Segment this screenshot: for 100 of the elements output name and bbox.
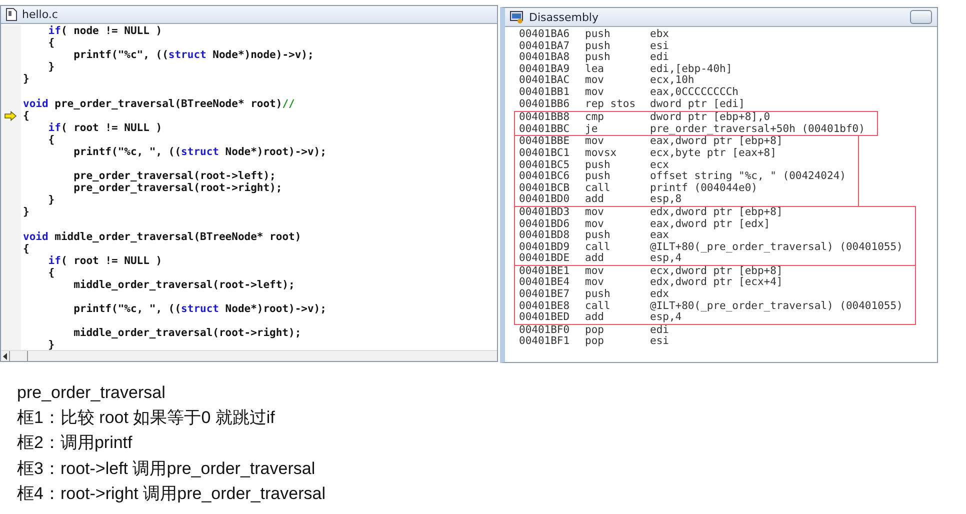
- address: 00401BA7: [519, 40, 571, 52]
- code-line: }: [47, 61, 55, 74]
- address: 00401BB8: [519, 112, 571, 124]
- mnemonic: push: [585, 289, 612, 301]
- mnemonic: push: [585, 40, 612, 52]
- address: 00401BB6: [519, 98, 571, 110]
- operand: edi,[ebp-40h]: [650, 64, 732, 76]
- operand: esp,4: [650, 312, 682, 324]
- address: 00401BC6: [519, 171, 571, 183]
- operand: dword ptr [ebp+8],0: [650, 112, 770, 124]
- mnemonic: push: [585, 52, 612, 64]
- mnemonic: add: [585, 253, 605, 265]
- code-line: void pre_order_traversal(BTreeNode* root)//: [23, 96, 295, 110]
- window-title: hello.c: [22, 8, 58, 21]
- operand: dword ptr [edi]: [650, 98, 745, 110]
- code-line: {: [23, 110, 30, 122]
- address: 00401BA9: [519, 64, 571, 75]
- code-line: printf("%c", ((struct Node*)node)->v);: [72, 49, 314, 62]
- operand: ecx,dword ptr [ebp+8]: [650, 266, 783, 278]
- operand: ebx: [650, 29, 669, 41]
- operand: eax,dword ptr [ebp+8]: [650, 136, 783, 148]
- mnemonic: mov: [585, 218, 605, 230]
- mnemonic: je: [585, 124, 599, 136]
- operand: printf (004044e0): [650, 182, 758, 194]
- address: 00401BA8: [519, 52, 571, 64]
- mnemonic: push: [585, 171, 612, 183]
- address: 00401BE7: [519, 289, 571, 301]
- code-line: }: [47, 339, 55, 350]
- mnemonic: cmp: [585, 112, 605, 124]
- mnemonic: call: [585, 242, 612, 253]
- address: 00401BF1: [519, 336, 571, 348]
- mnemonic: mov: [585, 136, 605, 148]
- code-line: }: [47, 194, 55, 206]
- operand: edi: [650, 52, 669, 64]
- code-line: {: [23, 242, 30, 255]
- address: 00401BD6: [519, 218, 571, 230]
- mnemonic: mov: [585, 277, 605, 289]
- mnemonic: pop: [585, 336, 605, 348]
- mnemonic: mov: [585, 206, 605, 218]
- operand: edx,dword ptr [ecx+4]: [650, 277, 783, 289]
- code-line: pre_order_traversal(root->right);: [72, 182, 282, 194]
- code-line: {: [47, 37, 55, 50]
- note-line: 框3：root->left 调用pre_order_traversal: [17, 458, 316, 480]
- address: 00401BD0: [519, 194, 571, 206]
- address: 00401BC1: [519, 148, 571, 160]
- operand: esp,8: [650, 194, 682, 206]
- operand: eax,dword ptr [edx]: [650, 218, 770, 230]
- note-line: 框1：比较 root 如果等于0 就跳过if: [17, 407, 275, 430]
- mnemonic: push: [585, 160, 612, 171]
- note-line: pre_order_traversal: [17, 382, 166, 404]
- operand: offset string "%c, " (00424024): [650, 171, 846, 183]
- note-line: 框4：root->right 调用pre_order_traversal: [17, 482, 326, 505]
- operand: pre_order_traversal+50h (00401bf0): [650, 124, 865, 136]
- operand: @ILT+80(_pre_order_traversal) (00401055): [650, 300, 903, 312]
- address: 00401BD9: [519, 242, 571, 253]
- mnemonic: movsx: [585, 148, 618, 160]
- operand: ecx: [650, 160, 669, 171]
- address: 00401BE1: [519, 266, 571, 277]
- code-line: middle_order_traversal(root->left);: [72, 278, 295, 292]
- address: 00401BE4: [519, 277, 571, 289]
- mnemonic: mov: [585, 75, 605, 87]
- mnemonic: push: [585, 230, 612, 242]
- address: 00401BED: [519, 312, 571, 324]
- code-line: {: [47, 134, 55, 146]
- code-line: if( node != NULL ): [47, 25, 162, 38]
- operand: edx: [650, 289, 669, 301]
- mnemonic: pop: [585, 324, 605, 336]
- mnemonic: add: [585, 194, 605, 206]
- mnemonic: rep stos: [585, 98, 637, 110]
- mnemonic: call: [585, 300, 612, 312]
- code-line: if( root != NULL ): [47, 122, 162, 134]
- address: 00401BA6: [519, 29, 571, 41]
- file-icon: [6, 8, 17, 21]
- mnemonic: mov: [585, 86, 605, 99]
- operand: eax,0CCCCCCCCh: [650, 86, 739, 99]
- operand: esi: [650, 336, 669, 348]
- code-line: pre_order_traversal(root->left);: [72, 169, 276, 182]
- minimize-button[interactable]: [910, 10, 932, 24]
- code-line: }: [23, 206, 30, 218]
- operand: ecx,byte ptr [eax+8]: [650, 148, 776, 160]
- mnemonic: mov: [585, 266, 605, 278]
- operand: esp,4: [650, 253, 682, 265]
- mnemonic: call: [585, 182, 612, 194]
- address: 00401BF0: [519, 324, 571, 336]
- operand: edi: [650, 324, 669, 336]
- code-line: }: [23, 73, 30, 86]
- left-arrow-icon[interactable]: [2, 352, 8, 360]
- address: 00401BBE: [519, 136, 571, 148]
- address: 00401BE8: [519, 300, 571, 312]
- code-line: printf("%c, ", ((struct Node*)root)->v);: [72, 146, 326, 158]
- address: 00401BAC: [519, 75, 571, 87]
- address: 00401BBC: [519, 124, 571, 136]
- address: 00401BD3: [519, 206, 571, 218]
- operand: @ILT+80(_pre_order_traversal) (00401055): [650, 242, 903, 254]
- address: 00401BCB: [519, 182, 571, 194]
- code-line: {: [47, 266, 55, 279]
- address: 00401BDE: [519, 253, 571, 265]
- code-line: if( root != NULL ): [47, 254, 162, 267]
- note-line: 框2：调用printf: [17, 432, 132, 454]
- address: 00401BD8: [519, 230, 571, 242]
